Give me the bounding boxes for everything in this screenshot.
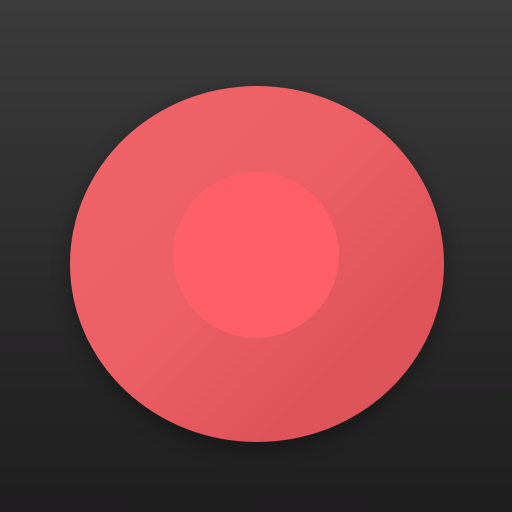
record-center-dot — [173, 172, 339, 338]
app-icon — [0, 0, 512, 512]
